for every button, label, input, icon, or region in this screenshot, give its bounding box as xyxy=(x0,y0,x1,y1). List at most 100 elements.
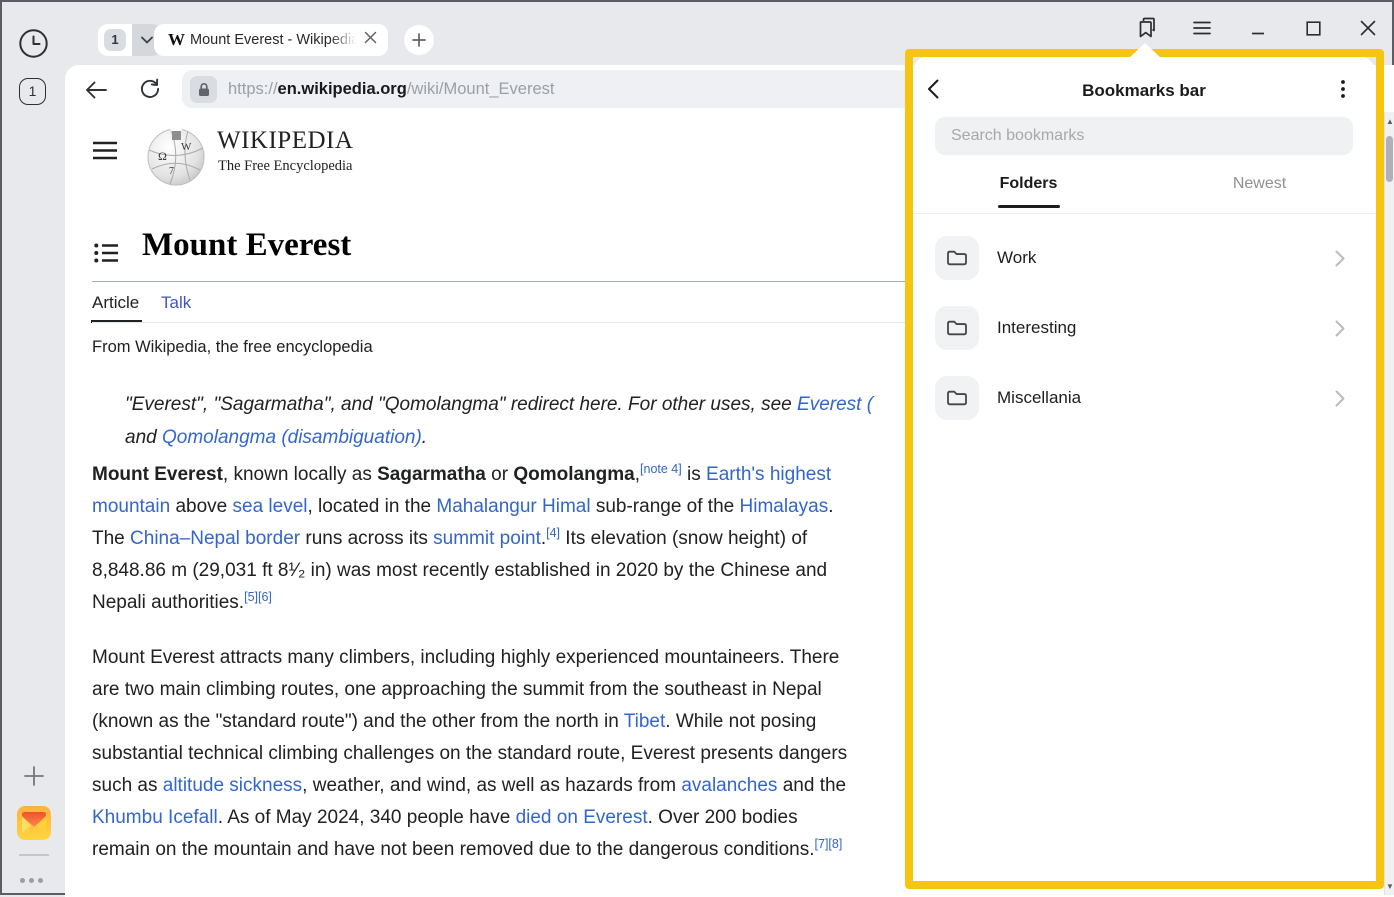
reference-link[interactable]: [note 4] xyxy=(640,462,682,476)
text-segment: or xyxy=(486,464,513,485)
folder-icon xyxy=(935,376,979,420)
workspace-label: 1 xyxy=(29,83,37,99)
text-segment: . xyxy=(422,427,427,448)
folder-icon xyxy=(935,306,979,350)
folder-label: Interesting xyxy=(997,293,1076,363)
wiki-link[interactable]: died on Everest xyxy=(516,807,648,828)
text-segment: The xyxy=(92,528,130,549)
toc-icon[interactable] xyxy=(94,243,118,268)
text-segment: are two main climbing routes, one approa… xyxy=(92,679,822,700)
chevron-down-icon xyxy=(141,36,153,44)
text-segment: 8,848.86 m (29,031 ft 8¹⁄₂ in) was most … xyxy=(92,560,827,581)
text-segment: and the xyxy=(777,775,846,796)
tab-article[interactable]: Article xyxy=(92,293,139,313)
text-segment: . As of May 2024, 340 people have xyxy=(218,807,516,828)
wikipedia-tagline: The Free Encyclopedia xyxy=(218,158,352,175)
tab-newest[interactable]: Newest xyxy=(1144,175,1375,193)
text-segment: Nepali authorities. xyxy=(92,592,244,613)
scrollbar-thumb[interactable] xyxy=(1386,136,1393,182)
scrollbar-up-icon[interactable]: ▲ xyxy=(1385,116,1394,126)
text-segment: Its elevation (snow height) of xyxy=(560,528,807,549)
text-segment: runs across its xyxy=(300,528,433,549)
page-scrollbar[interactable]: ▲ ▼ xyxy=(1384,112,1394,895)
wikipedia-globe-icon: Ω W 7 xyxy=(145,124,207,188)
page-title: Mount Everest xyxy=(142,227,351,264)
chevron-right-icon xyxy=(1335,250,1347,268)
search-bookmarks-input[interactable] xyxy=(935,117,1353,155)
wiki-link[interactable]: Everest ( xyxy=(797,394,873,415)
text-segment: . While not posing xyxy=(665,711,816,732)
tab-talk[interactable]: Talk xyxy=(161,293,191,313)
chevron-right-icon xyxy=(1335,320,1347,338)
wiki-link[interactable]: Tibet xyxy=(624,711,666,732)
bookmarks-popup: Bookmarks bar Folders Newest Work Intere… xyxy=(913,57,1375,881)
new-tab-button[interactable] xyxy=(404,25,434,55)
wikipedia-wordmark: WIKIPEDIA xyxy=(217,127,353,155)
history-clock-icon[interactable] xyxy=(18,28,49,64)
folder-row-interesting[interactable]: Interesting xyxy=(913,293,1375,363)
browser-window: { "colors": { "accent_yellow": "#f6c50f"… xyxy=(0,0,1394,895)
wiki-link[interactable]: Qomolangma (disambiguation) xyxy=(162,427,422,448)
folder-label: Work xyxy=(997,223,1036,293)
workspace-button[interactable]: 1 xyxy=(19,78,46,105)
lock-icon xyxy=(197,82,211,97)
wiki-link[interactable]: China–Nepal border xyxy=(130,528,300,549)
tabs-divider xyxy=(92,322,914,323)
back-icon[interactable] xyxy=(85,81,107,99)
bookmarks-panel-icon[interactable] xyxy=(1135,16,1159,40)
site-security-badge[interactable] xyxy=(190,76,217,103)
text-segment: sub-range of the xyxy=(591,496,740,517)
svg-text:W: W xyxy=(181,141,192,153)
folder-row-miscellania[interactable]: Miscellania xyxy=(913,363,1375,433)
plus-icon xyxy=(412,33,426,47)
wiki-link[interactable]: altitude sickness xyxy=(163,775,302,796)
tab-close-icon[interactable] xyxy=(364,31,380,47)
wiki-link[interactable]: sea level xyxy=(233,496,308,517)
tab-title: Mount Everest - Wikipedia xyxy=(190,32,356,50)
wiki-link[interactable]: Himalayas xyxy=(740,496,829,517)
panel-tabs-divider xyxy=(913,213,1375,214)
scrollbar-down-icon[interactable]: ▼ xyxy=(1385,881,1394,891)
folder-label: Miscellania xyxy=(997,363,1081,433)
text-segment: . xyxy=(828,496,833,517)
url-path: /wiki/Mount_Everest xyxy=(407,80,555,98)
sidebar: 1 xyxy=(2,2,65,893)
url-host: en.wikipedia.org xyxy=(278,80,407,98)
minimize-button[interactable] xyxy=(1246,16,1270,40)
tab-folders[interactable]: Folders xyxy=(913,175,1144,193)
wiki-link[interactable]: avalanches xyxy=(681,775,777,796)
title-divider xyxy=(92,281,914,282)
url-scheme: https:// xyxy=(228,80,278,98)
reference-link[interactable]: [4] xyxy=(546,526,560,540)
hatnote: "Everest", "Sagarmatha", and "Qomolangma… xyxy=(125,394,873,460)
article-subtitle: From Wikipedia, the free encyclopedia xyxy=(92,338,373,357)
wiki-menu-icon[interactable] xyxy=(93,141,117,165)
reload-icon[interactable] xyxy=(139,78,161,100)
browser-menu-icon[interactable] xyxy=(1190,16,1214,40)
reference-link[interactable]: [7][8] xyxy=(815,837,843,851)
sidebar-more-icon[interactable] xyxy=(20,870,50,878)
close-button[interactable] xyxy=(1356,16,1380,40)
text-segment: and xyxy=(125,427,162,448)
wiki-link[interactable]: Khumbu Icefall xyxy=(92,807,218,828)
wiki-link[interactable]: mountain xyxy=(92,496,170,517)
svg-text:7: 7 xyxy=(169,166,174,177)
text-segment: Mount Everest xyxy=(92,464,223,485)
sidebar-add-icon[interactable] xyxy=(23,765,45,792)
text-segment: such as xyxy=(92,775,163,796)
folder-row-work[interactable]: Work xyxy=(913,223,1375,293)
maximize-button[interactable] xyxy=(1301,16,1325,40)
wiki-link[interactable]: summit point xyxy=(433,528,541,549)
reference-link[interactable]: [5][6] xyxy=(244,590,272,604)
folders-tab-underline xyxy=(998,205,1060,208)
panel-menu-icon[interactable] xyxy=(1341,80,1361,100)
mail-icon[interactable] xyxy=(17,806,51,845)
text-segment: above xyxy=(170,496,232,517)
wiki-link[interactable]: Mahalangur Himal xyxy=(436,496,590,517)
tab-group-count[interactable]: 1 xyxy=(104,29,126,51)
text-segment: , located in the xyxy=(308,496,437,517)
text-segment: "Everest", "Sagarmatha", and "Qomolangma… xyxy=(125,394,797,415)
paragraph-2: Mount Everest attracts many climbers, in… xyxy=(92,647,847,871)
url-text: https://en.wikipedia.org/wiki/Mount_Ever… xyxy=(228,70,554,108)
wiki-link[interactable]: Earth's highest xyxy=(706,464,831,485)
